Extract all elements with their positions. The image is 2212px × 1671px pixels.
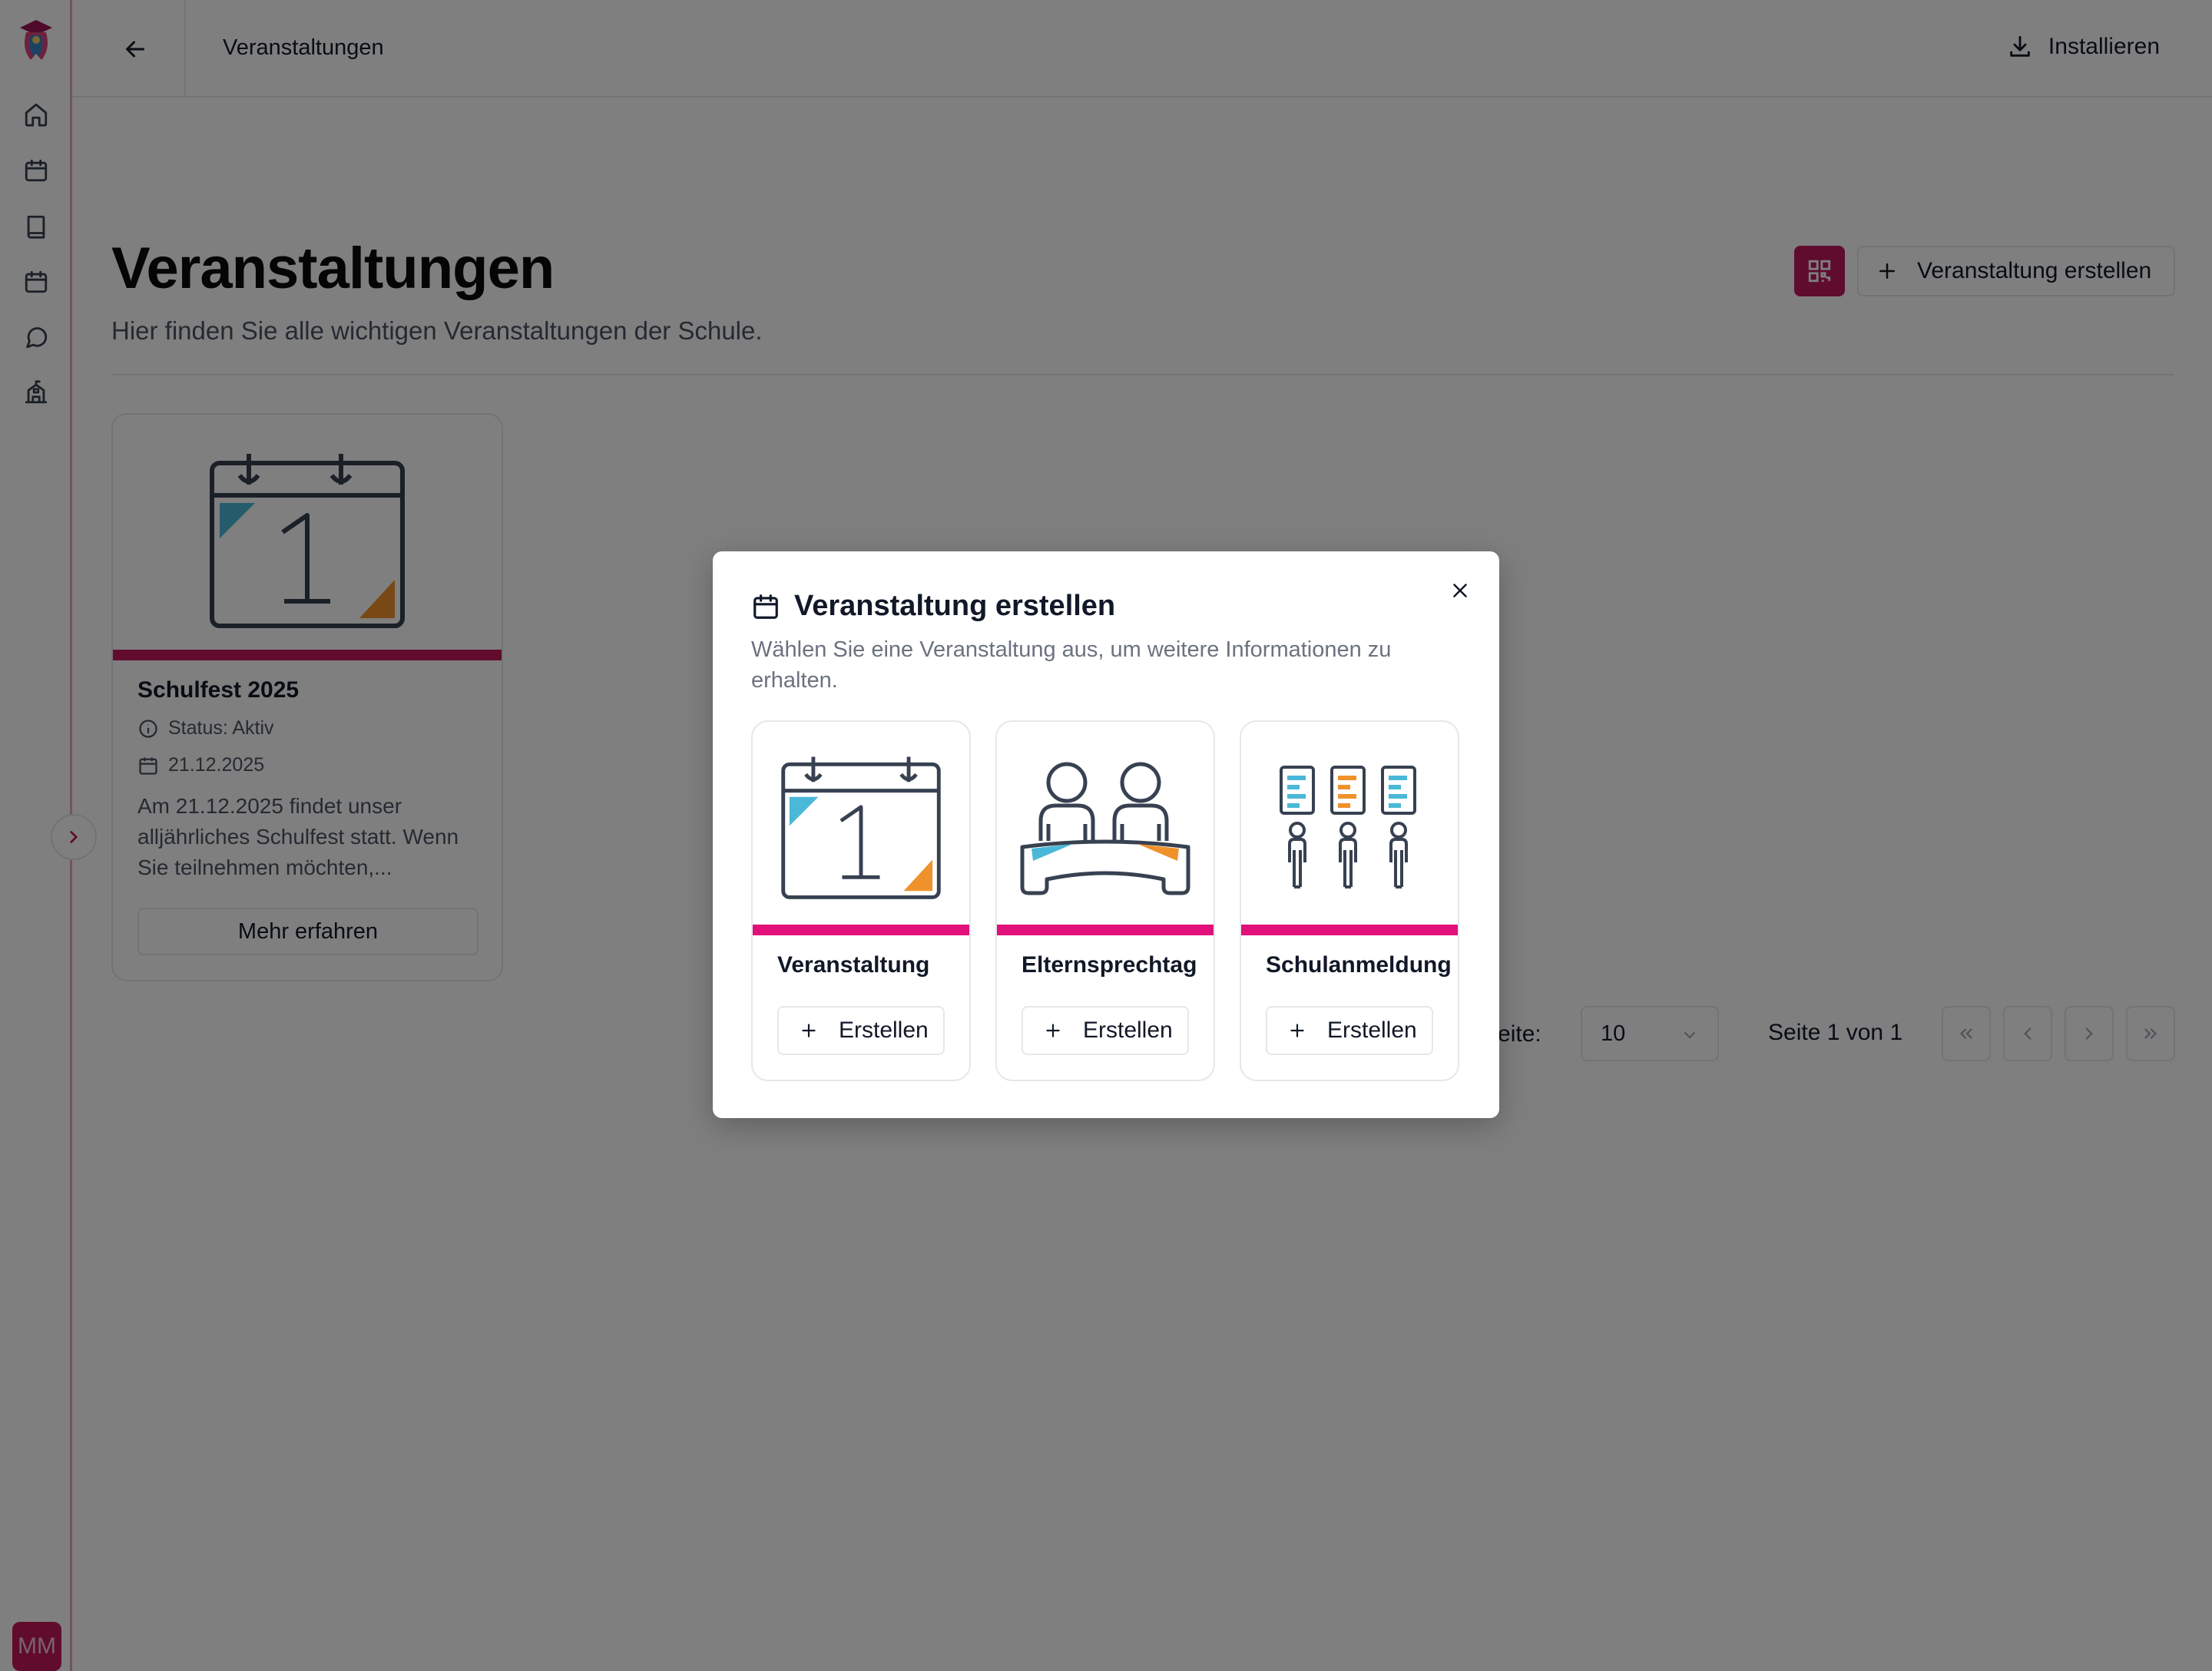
dialog-title: Veranstaltung erstellen (794, 590, 1116, 622)
option-title: Elternsprechtag (1022, 952, 1197, 978)
calendar-illustration (753, 722, 969, 925)
calendar-icon (751, 592, 780, 621)
plus-icon (1043, 1021, 1063, 1041)
create-button-label: Erstellen (1083, 1017, 1173, 1043)
card-accent-bar (753, 925, 969, 935)
dialog-header: Veranstaltung erstellen (751, 590, 1115, 623)
option-title: Schulanmeldung (1266, 952, 1452, 978)
create-button[interactable]: Erstellen (1022, 1006, 1189, 1055)
option-title: Veranstaltung (777, 952, 930, 978)
school-registration-illustration (1241, 722, 1458, 925)
dialog-description: Wählen Sie eine Veranstaltung aus, um we… (751, 637, 1392, 693)
create-button[interactable]: Erstellen (1266, 1006, 1433, 1055)
card-accent-bar (997, 925, 1214, 935)
option-card-schulanmeldung[interactable]: Schulanmeldung Erstellen (1240, 720, 1459, 1081)
create-button[interactable]: Erstellen (777, 1006, 945, 1055)
card-accent-bar (1241, 925, 1458, 935)
create-button-label: Erstellen (839, 1017, 929, 1043)
parents-meeting-illustration (997, 722, 1214, 925)
create-button-label: Erstellen (1327, 1017, 1417, 1043)
close-icon[interactable] (1449, 579, 1472, 602)
option-card-elternsprechtag[interactable]: Elternsprechtag Erstellen (995, 720, 1215, 1081)
option-card-veranstaltung[interactable]: Veranstaltung Erstellen (751, 720, 971, 1081)
create-event-dialog: Veranstaltung erstellen Wählen Sie eine … (713, 551, 1499, 1118)
plus-icon (1287, 1021, 1307, 1041)
plus-icon (799, 1021, 819, 1041)
